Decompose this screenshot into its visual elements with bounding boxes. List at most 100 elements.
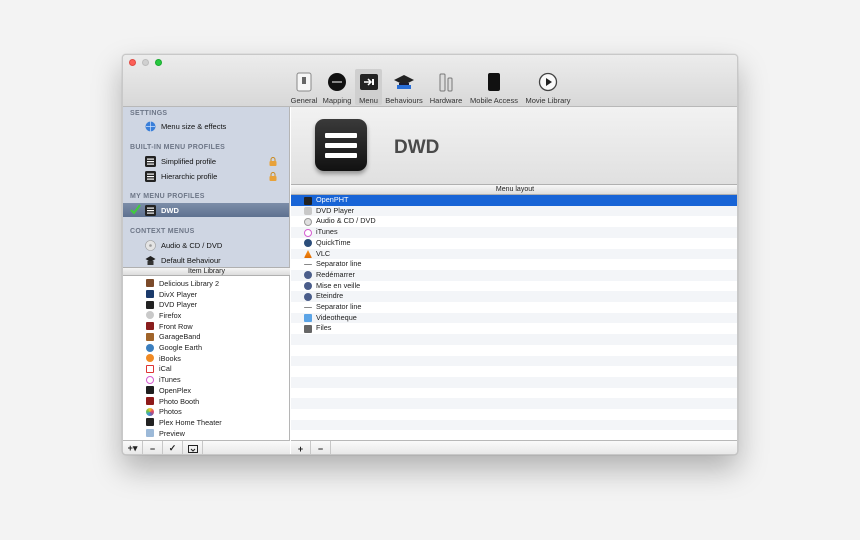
garageband-icon bbox=[146, 332, 154, 341]
empty-layout-row[interactable] bbox=[291, 345, 737, 356]
list-item[interactable]: Google Earth bbox=[123, 342, 289, 353]
section-header-my-profiles: MY MENU PROFILES bbox=[130, 193, 205, 200]
layout-row[interactable]: QuickTime bbox=[291, 238, 737, 249]
list-item[interactable]: Photo Booth bbox=[123, 396, 289, 407]
dvd-player-icon bbox=[304, 207, 312, 216]
graduation-cap-icon bbox=[393, 71, 415, 93]
layout-row[interactable]: DVD Player bbox=[291, 205, 737, 217]
zoom-window-button[interactable] bbox=[155, 59, 162, 66]
list-item[interactable]: iBooks bbox=[123, 353, 289, 364]
switch-icon bbox=[293, 71, 315, 93]
menu-list-icon bbox=[145, 170, 156, 182]
remove-button[interactable]: − bbox=[143, 441, 163, 454]
toolbar-hardware[interactable]: Hardware bbox=[427, 69, 465, 105]
list-item[interactable]: DVD Player bbox=[123, 299, 289, 310]
item-library-list[interactable]: Delicious Library 2 DivX Player DVD Play… bbox=[123, 276, 290, 440]
front-row-icon bbox=[146, 322, 154, 331]
sidebar-item-default-behaviour[interactable]: Default Behaviour bbox=[123, 253, 289, 267]
sleep-icon bbox=[304, 282, 312, 291]
globe-icon bbox=[145, 121, 156, 132]
folder-icon bbox=[304, 314, 312, 323]
empty-layout-row[interactable] bbox=[291, 355, 737, 367]
layout-row[interactable]: Redémarrer bbox=[291, 269, 737, 281]
sidebar-item-hierarchic-profile[interactable]: Hierarchic profile bbox=[123, 169, 289, 183]
list-item[interactable]: Delicious Library 2 bbox=[123, 278, 289, 289]
sidebar-item-dwd[interactable]: DWD bbox=[123, 203, 289, 217]
phone-icon bbox=[483, 71, 505, 93]
layout-row[interactable]: Files bbox=[291, 323, 737, 334]
export-icon bbox=[187, 444, 198, 453]
list-item[interactable]: OpenPlex bbox=[123, 385, 289, 396]
firefox-icon bbox=[146, 311, 154, 320]
list-item[interactable]: iTunes bbox=[123, 374, 289, 385]
list-item[interactable]: Plex Home Theater bbox=[123, 417, 289, 428]
hardware-icon bbox=[435, 71, 457, 93]
list-item[interactable]: Photos bbox=[123, 406, 289, 417]
layout-row[interactable]: Audio & CD / DVD bbox=[291, 216, 737, 227]
layout-row[interactable]: Separator line bbox=[291, 259, 737, 270]
add-item-button[interactable]: + bbox=[291, 441, 311, 454]
separator-icon bbox=[304, 264, 312, 266]
layout-row[interactable]: iTunes bbox=[291, 227, 737, 238]
sidebar-item-simplified-profile[interactable]: Simplified profile bbox=[123, 154, 289, 168]
layout-row[interactable]: VLC bbox=[291, 248, 737, 260]
dvd-player-icon bbox=[146, 300, 154, 309]
menu-layout-list[interactable]: OpenPHT DVD Player Audio & CD / DVD iTunes Q… bbox=[291, 195, 737, 440]
empty-layout-row[interactable] bbox=[291, 398, 737, 409]
lock-icon bbox=[269, 156, 277, 166]
empty-layout-row[interactable] bbox=[291, 409, 737, 420]
app-window: General Mapping Menu Behaviours Hardware bbox=[122, 54, 738, 455]
toolbar-mobile-access[interactable]: Mobile Access bbox=[467, 69, 521, 105]
list-item[interactable]: Front Row bbox=[123, 321, 289, 332]
photo-booth-icon bbox=[146, 397, 154, 406]
add-menu-button[interactable]: +▾ bbox=[123, 441, 143, 454]
export-button[interactable] bbox=[183, 441, 203, 454]
empty-layout-row[interactable] bbox=[291, 366, 737, 377]
empty-layout-row[interactable] bbox=[291, 334, 737, 345]
close-window-button[interactable] bbox=[129, 59, 136, 66]
openplex-icon bbox=[146, 386, 154, 395]
toolbar-behaviours[interactable]: Behaviours bbox=[384, 69, 424, 105]
toolbar: General Mapping Menu Behaviours Hardware bbox=[123, 55, 737, 107]
minimize-window-button[interactable] bbox=[142, 59, 149, 66]
layout-row[interactable]: Eteindre bbox=[291, 291, 737, 302]
sidebar-item-audio-cd-dvd[interactable]: Audio & CD / DVD bbox=[123, 238, 289, 252]
list-item[interactable]: Firefox bbox=[123, 310, 289, 321]
shutdown-icon bbox=[304, 292, 312, 301]
toolbar-mapping[interactable]: Mapping bbox=[321, 69, 353, 105]
ical-icon bbox=[146, 364, 154, 373]
preview-icon bbox=[146, 429, 154, 438]
section-header-builtin: BUILT-IN MENU PROFILES bbox=[130, 144, 226, 151]
remote-icon bbox=[326, 71, 348, 93]
activate-button[interactable]: ✓ bbox=[163, 441, 183, 454]
openpht-icon bbox=[304, 196, 312, 205]
empty-layout-row[interactable] bbox=[291, 376, 737, 388]
list-item[interactable]: DivX Player bbox=[123, 289, 289, 300]
disc-icon bbox=[304, 217, 312, 226]
menu-list-icon bbox=[145, 155, 156, 167]
toolbar-movie-library[interactable]: Movie Library bbox=[523, 69, 573, 105]
list-item[interactable]: Preview bbox=[123, 428, 289, 439]
library-bottom-bar: +▾ − ✓ bbox=[123, 440, 290, 454]
item-library-header: Item Library bbox=[123, 267, 290, 276]
layout-row[interactable]: Separator line bbox=[291, 302, 737, 313]
disc-icon bbox=[145, 239, 156, 251]
layout-row[interactable]: Mise en veille bbox=[291, 281, 737, 292]
layout-row[interactable]: Videotheque bbox=[291, 312, 737, 324]
vlc-icon bbox=[304, 250, 312, 258]
delicious-library-icon bbox=[146, 279, 154, 288]
remove-item-button[interactable]: − bbox=[311, 441, 331, 454]
files-icon bbox=[304, 324, 312, 333]
list-item[interactable]: iCal bbox=[123, 364, 289, 375]
toolbar-general[interactable]: General bbox=[289, 69, 319, 105]
sidebar: SETTINGS Menu size & effects BUILT-IN ME… bbox=[123, 107, 290, 267]
empty-layout-row[interactable] bbox=[291, 419, 737, 431]
sidebar-item-menu-size[interactable]: Menu size & effects bbox=[123, 119, 289, 133]
toolbar-menu[interactable]: Menu bbox=[355, 69, 382, 105]
layout-row[interactable]: OpenPHT bbox=[291, 195, 737, 206]
empty-layout-row[interactable] bbox=[291, 388, 737, 399]
plex-icon bbox=[146, 418, 154, 427]
itunes-icon bbox=[146, 375, 154, 384]
list-item[interactable]: GarageBand bbox=[123, 332, 289, 343]
empty-layout-row[interactable] bbox=[291, 430, 737, 440]
